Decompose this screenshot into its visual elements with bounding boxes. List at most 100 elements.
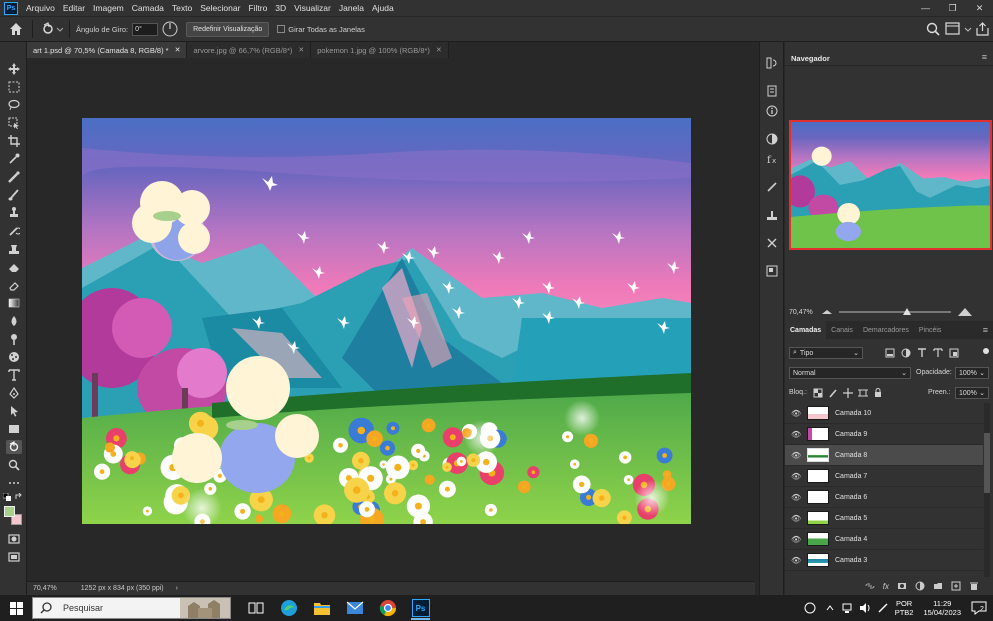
info-icon[interactable]: [764, 104, 780, 118]
rotate-all-checkbox[interactable]: [277, 25, 286, 33]
layer-row-camada-4[interactable]: 👁 Camada 4: [785, 529, 983, 550]
layer-row-camada-6[interactable]: 👁 Camada 6: [785, 487, 983, 508]
notification-center-icon[interactable]: 2: [971, 601, 987, 615]
gradient-tool-icon[interactable]: [6, 296, 22, 310]
tab-layers[interactable]: Camadas: [785, 321, 827, 339]
photoshop-taskbar-icon[interactable]: Ps: [404, 595, 437, 621]
pen-input-icon[interactable]: [877, 602, 889, 614]
layer-style-icon[interactable]: fx: [883, 582, 889, 591]
weather-icon[interactable]: [803, 601, 817, 615]
lock-pixels-icon[interactable]: [828, 388, 838, 398]
reset-view-button[interactable]: Redefinir Visualização: [186, 21, 270, 37]
default-colors-icon[interactable]: [2, 492, 11, 501]
layers-scrollbar[interactable]: [984, 403, 990, 577]
healing-brush-tool-icon[interactable]: [6, 170, 22, 184]
search-icon[interactable]: [923, 20, 943, 38]
navigator-zoom-value[interactable]: 70,47%: [789, 309, 813, 316]
layer-name[interactable]: Camada 6: [835, 494, 867, 501]
navigator-title[interactable]: Navegador: [791, 54, 830, 63]
object-selection-tool-icon[interactable]: [6, 116, 22, 130]
lock-position-icon[interactable]: [843, 388, 853, 398]
filter-toggle-icon[interactable]: [983, 348, 989, 354]
layer-filter-select[interactable]: ⌕ Tipo ⌄: [789, 347, 863, 359]
tab-arvore[interactable]: arvore.jpg @ 66,7% (RGB/8*) ✕: [187, 42, 312, 58]
visibility-eye-icon[interactable]: 👁: [791, 430, 801, 439]
navigator-view-box[interactable]: [789, 120, 992, 250]
menu-arquivo[interactable]: Arquivo: [22, 3, 59, 13]
minimize-button[interactable]: —: [912, 0, 939, 16]
slider-thumb[interactable]: [902, 308, 911, 315]
rectangle-tool-icon[interactable]: [6, 422, 22, 436]
layer-name[interactable]: Camada 3: [835, 557, 867, 564]
zoom-in-icon[interactable]: [957, 306, 973, 318]
eraser-tool-icon[interactable]: [6, 260, 22, 274]
close-button[interactable]: ✕: [966, 0, 993, 16]
visibility-eye-icon[interactable]: 👁: [791, 451, 801, 460]
lock-all-icon[interactable]: [873, 388, 883, 398]
rotate-view-tool-icon[interactable]: [41, 21, 64, 37]
stamp-tool-icon[interactable]: [6, 242, 22, 256]
fill-input[interactable]: 100% ⌄: [955, 387, 989, 399]
language-indicator[interactable]: POR PTB2: [895, 599, 914, 617]
close-icon[interactable]: ✕: [175, 46, 181, 54]
close-icon[interactable]: ✕: [298, 46, 304, 54]
layer-row-camada-3[interactable]: 👁 Camada 3: [785, 550, 983, 571]
history-icon[interactable]: [764, 56, 780, 70]
lock-transparency-icon[interactable]: [813, 388, 823, 398]
brush-tool-icon[interactable]: [6, 188, 22, 202]
layer-row-camada-8[interactable]: 👁 Camada 8: [785, 445, 983, 466]
workspace-icon[interactable]: [943, 20, 963, 38]
menu-camada[interactable]: Camada: [128, 3, 168, 13]
windows-start-icon[interactable]: [0, 595, 32, 621]
type-filter-icon[interactable]: [917, 348, 927, 358]
layer-row-camada-5[interactable]: 👁 Camada 5: [785, 508, 983, 529]
lasso-tool-icon[interactable]: [6, 98, 22, 112]
navigator-zoom-slider[interactable]: [838, 308, 951, 315]
volume-icon[interactable]: [859, 602, 871, 614]
menu-texto[interactable]: Texto: [168, 3, 196, 13]
group-folder-icon[interactable]: [933, 581, 943, 591]
crop-tool-icon[interactable]: [6, 134, 22, 148]
link-layers-icon[interactable]: [865, 581, 875, 591]
menu-ajuda[interactable]: Ajuda: [368, 3, 398, 13]
tab-channels[interactable]: Canais: [826, 321, 858, 339]
network-icon[interactable]: [841, 602, 853, 614]
layer-name[interactable]: Camada 7: [835, 473, 867, 480]
eraser-alt-tool-icon[interactable]: [6, 278, 22, 292]
quick-mask-icon[interactable]: [6, 532, 22, 546]
layer-mask-icon[interactable]: [897, 581, 907, 591]
visibility-eye-icon[interactable]: 👁: [791, 493, 801, 502]
layer-row-camada-10[interactable]: 👁 Camada 10: [785, 403, 983, 424]
marquee-tool-icon[interactable]: [6, 80, 22, 94]
history-brush-tool-icon[interactable]: [6, 224, 22, 238]
rotate-dial-icon[interactable]: [162, 21, 178, 37]
adjustment-layer-icon[interactable]: [915, 581, 925, 591]
adjustments-icon[interactable]: [764, 132, 780, 146]
swap-colors-icon[interactable]: [15, 492, 23, 501]
visibility-eye-icon[interactable]: 👁: [791, 472, 801, 481]
layer-name[interactable]: Camada 4: [835, 536, 867, 543]
blur-tool-icon[interactable]: [6, 314, 22, 328]
clone-source-icon[interactable]: [764, 208, 780, 222]
pixel-filter-icon[interactable]: [885, 348, 895, 358]
type-tool-icon[interactable]: [6, 368, 22, 382]
layer-name[interactable]: Camada 9: [835, 431, 867, 438]
edge-browser-icon[interactable]: [272, 595, 305, 621]
clock[interactable]: 11:29 15/04/2023: [923, 599, 961, 617]
rotate-view-tool-icon[interactable]: [6, 440, 22, 454]
panel-menu-icon[interactable]: ≡: [982, 52, 987, 62]
menu-janela[interactable]: Janela: [335, 3, 368, 13]
taskbar-search-box[interactable]: Pesquisar: [32, 597, 231, 619]
visibility-eye-icon[interactable]: 👁: [791, 556, 801, 565]
screen-mode-icon[interactable]: [6, 550, 22, 564]
layer-name[interactable]: Camada 8: [835, 452, 867, 459]
clone-stamp-tool-icon[interactable]: [6, 206, 22, 220]
menu-imagem[interactable]: Imagem: [89, 3, 128, 13]
properties-icon[interactable]: [764, 84, 780, 98]
document-canvas[interactable]: [82, 118, 691, 524]
menu-visualizar[interactable]: Visualizar: [290, 3, 335, 13]
menu-3d[interactable]: 3D: [271, 3, 290, 13]
panel-menu-icon[interactable]: ≡: [983, 325, 988, 335]
pen-tool-icon[interactable]: [6, 386, 22, 400]
tab-paths[interactable]: Demarcadores: [858, 321, 914, 339]
